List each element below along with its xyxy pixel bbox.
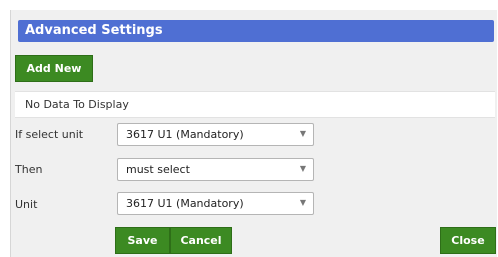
then-label: Then [15,163,43,176]
panel-header: Advanced Settings [18,20,494,42]
empty-state-message: No Data To Display [25,98,129,111]
if-select-unit-label: If select unit [15,128,84,141]
then-dropdown[interactable]: must select ▼ [117,158,314,181]
chevron-down-icon: ▼ [299,129,306,138]
panel-title: Advanced Settings [25,23,163,38]
empty-state-bar: No Data To Display [15,91,495,118]
unit-value: 3617 U1 (Mandatory) [126,197,244,210]
save-button[interactable]: Save [115,227,170,254]
close-button[interactable]: Close [440,227,496,254]
unit-label: Unit [15,198,38,211]
then-value: must select [126,163,190,176]
if-select-unit-dropdown[interactable]: 3617 U1 (Mandatory) ▼ [117,123,314,146]
unit-dropdown[interactable]: 3617 U1 (Mandatory) ▼ [117,192,314,215]
chevron-down-icon: ▼ [299,164,306,173]
cancel-button[interactable]: Cancel [170,227,232,254]
chevron-down-icon: ▼ [299,198,306,207]
if-select-unit-value: 3617 U1 (Mandatory) [126,128,244,141]
add-new-button[interactable]: Add New [15,55,93,82]
